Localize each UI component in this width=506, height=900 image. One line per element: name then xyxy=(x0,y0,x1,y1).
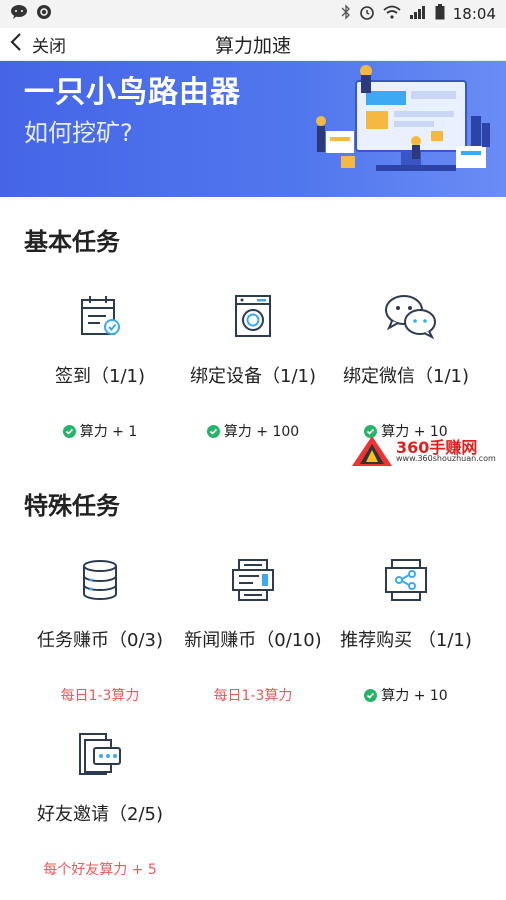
task-invite-friends[interactable]: 好友邀请（2/5) 每个好友算力 + 5 xyxy=(16,730,184,879)
bluetooth-icon xyxy=(341,4,351,24)
status-bar: 18:04 xyxy=(0,0,506,28)
task-bind-device[interactable]: 绑定设备（1/1) 算力 + 100 xyxy=(169,292,337,441)
alarm-icon xyxy=(359,4,375,24)
task-reward: 算力 + 100 xyxy=(169,421,337,441)
task-reward: 每日1-3算力 xyxy=(16,685,184,705)
task-name: 签到（1/1) xyxy=(55,366,145,387)
reward-text: 每个好友算力 + 5 xyxy=(43,862,157,878)
task-reward: 算力 + 1 xyxy=(16,421,184,441)
task-name: 好友邀请（2/5) xyxy=(37,804,163,825)
page-title: 算力加速 xyxy=(214,34,291,57)
special-tasks-title: 特殊任务 xyxy=(24,492,120,520)
task-bind-wechat[interactable]: 绑定微信（1/1) 算力 + 10 xyxy=(322,292,490,441)
task-reward: 算力 + 10 xyxy=(322,685,490,705)
task-name: 任务赚币（0/3) xyxy=(37,630,163,651)
reward-text: 算力 + 100 xyxy=(223,424,300,440)
chat-icon xyxy=(10,4,28,24)
banner-illustration xyxy=(306,61,496,197)
clock-time: 18:04 xyxy=(452,5,496,23)
banner-subtitle: 如何挖矿? xyxy=(24,119,133,147)
check-icon xyxy=(206,424,220,438)
app-notification-icon xyxy=(36,4,52,24)
news-icon xyxy=(229,556,277,604)
check-icon xyxy=(62,424,76,438)
close-label: 关闭 xyxy=(32,36,66,57)
washing-machine-icon xyxy=(229,292,277,340)
task-name: 绑定微信（1/1) xyxy=(343,366,469,387)
watermark-logo: 360手赚网 www.360shouzhuan.com xyxy=(350,434,500,468)
back-button[interactable]: 关闭 xyxy=(10,32,66,57)
task-sign-in[interactable]: 签到（1/1) 算力 + 1 xyxy=(16,292,184,441)
chevron-left-icon xyxy=(10,32,22,57)
basic-tasks-title: 基本任务 xyxy=(24,228,120,256)
task-earn-coins[interactable]: 任务赚币（0/3) 每日1-3算力 xyxy=(16,556,184,705)
task-name: 推荐购买 （1/1) xyxy=(340,630,472,651)
watermark-triangle-icon xyxy=(352,436,392,466)
check-icon xyxy=(364,688,378,702)
banner-title: 一只小鸟路由器 xyxy=(24,75,241,110)
signal-icon xyxy=(409,5,427,23)
battery-icon xyxy=(435,4,445,24)
reward-text: 每日1-3算力 xyxy=(213,688,293,704)
reward-text: 算力 + 1 xyxy=(79,424,138,440)
task-name: 绑定设备（1/1) xyxy=(190,366,316,387)
task-name: 新闻赚币（0/10) xyxy=(184,630,322,651)
task-reward: 每个好友算力 + 5 xyxy=(16,859,184,879)
invite-icon xyxy=(76,730,124,778)
reward-text: 算力 + 10 xyxy=(381,688,448,704)
nav-bar: 关闭 算力加速 xyxy=(0,28,506,61)
task-reward: 每日1-3算力 xyxy=(169,685,337,705)
watermark-url: www.360shouzhuan.com xyxy=(396,454,496,463)
database-icon xyxy=(76,556,124,604)
reward-text: 每日1-3算力 xyxy=(60,688,140,704)
share-icon xyxy=(382,556,430,604)
wifi-icon xyxy=(383,5,401,23)
wechat-icon xyxy=(382,292,436,340)
calendar-check-icon xyxy=(76,292,124,340)
task-news-coins[interactable]: 新闻赚币（0/10) 每日1-3算力 xyxy=(169,556,337,705)
task-recommend-purchase[interactable]: 推荐购买 （1/1) 算力 + 10 xyxy=(322,556,490,705)
promo-banner[interactable]: 一只小鸟路由器 如何挖矿? xyxy=(0,61,506,197)
